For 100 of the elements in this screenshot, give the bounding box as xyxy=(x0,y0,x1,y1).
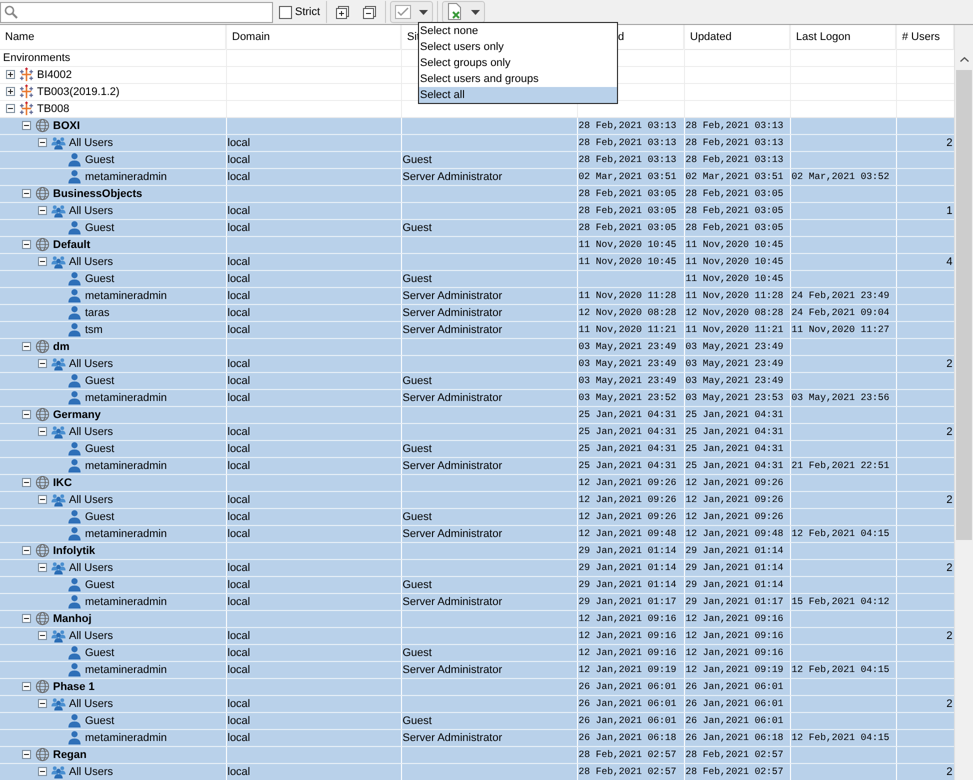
table-cell: 12 Feb,2021 04:15 xyxy=(790,729,896,746)
table-cell: 28 Feb,2021 03:05 xyxy=(577,202,684,219)
tree-cell[interactable]: metamineradmin xyxy=(0,389,226,406)
tree-cell[interactable]: All Users xyxy=(0,253,226,270)
scroll-up-icon[interactable] xyxy=(960,57,968,62)
tree-cell[interactable]: Guest xyxy=(0,440,226,457)
search-field[interactable] xyxy=(0,2,273,22)
tree-cell[interactable]: Environments xyxy=(0,49,226,66)
tree-cell[interactable]: All Users xyxy=(0,423,226,440)
tree-cell[interactable]: All Users xyxy=(0,763,226,780)
collapse-icon[interactable] xyxy=(22,546,31,555)
tree-cell[interactable]: Guest xyxy=(0,508,226,525)
tree-cell[interactable]: dm xyxy=(0,338,226,355)
tree-cell[interactable]: TB003(2019.1.2) xyxy=(0,83,226,100)
table-cell: 12 Nov,2020 08:28 xyxy=(577,304,684,321)
tree-cell[interactable]: metamineradmin xyxy=(0,457,226,474)
collapse-icon[interactable] xyxy=(22,478,31,487)
collapse-icon[interactable] xyxy=(38,495,47,504)
table-cell: 11 Nov,2020 10:45 xyxy=(577,236,684,253)
tree-cell[interactable]: metamineradmin xyxy=(0,593,226,610)
table-cell: local xyxy=(226,695,401,712)
collapse-icon[interactable] xyxy=(38,359,47,368)
user-icon xyxy=(67,288,82,303)
tree-cell[interactable]: Guest xyxy=(0,219,226,236)
tree-cell[interactable]: All Users xyxy=(0,202,226,219)
select-dropdown-button[interactable] xyxy=(390,1,434,23)
table-cell: 11 Nov,2020 11:28 xyxy=(684,287,790,304)
collapse-icon[interactable] xyxy=(22,410,31,419)
tree-cell[interactable]: All Users xyxy=(0,559,226,576)
collapse-icon[interactable] xyxy=(22,614,31,623)
tree-cell[interactable]: Default xyxy=(0,236,226,253)
tree-cell[interactable]: Germany xyxy=(0,406,226,423)
scrollbar-thumb[interactable] xyxy=(956,70,972,540)
collapse-icon[interactable] xyxy=(38,699,47,708)
column-header[interactable]: Name xyxy=(0,25,226,49)
tree-cell[interactable]: metamineradmin xyxy=(0,287,226,304)
strict-checkbox[interactable] xyxy=(279,6,292,18)
collapse-icon[interactable] xyxy=(22,750,31,759)
user-group-icon xyxy=(51,424,66,439)
collapse-icon[interactable] xyxy=(22,189,31,198)
tree-cell[interactable]: Guest xyxy=(0,576,226,593)
tree-cell[interactable]: BI4002 xyxy=(0,66,226,83)
collapse-icon[interactable] xyxy=(38,257,47,266)
table-cell: 12 Feb,2021 04:15 xyxy=(790,661,896,678)
collapse-icon[interactable] xyxy=(38,427,47,436)
collapse-icon[interactable] xyxy=(22,342,31,351)
collapse-icon[interactable] xyxy=(22,682,31,691)
collapse-icon[interactable] xyxy=(22,121,31,130)
tree-cell[interactable]: taras xyxy=(0,304,226,321)
tree-cell[interactable]: metamineradmin xyxy=(0,168,226,185)
tree-cell[interactable]: Guest xyxy=(0,644,226,661)
tree-cell[interactable]: metamineradmin xyxy=(0,525,226,542)
collapse-icon[interactable] xyxy=(38,138,47,147)
tree-cell[interactable]: All Users xyxy=(0,695,226,712)
tree-cell[interactable]: All Users xyxy=(0,491,226,508)
table-cell: 12 Jan,2021 09:16 xyxy=(684,644,790,661)
tree-cell[interactable]: TB008 xyxy=(0,100,226,117)
table-cell: 26 Jan,2021 06:01 xyxy=(684,695,790,712)
tree-cell[interactable]: tsm xyxy=(0,321,226,338)
tree-cell[interactable]: Guest xyxy=(0,151,226,168)
tree-cell[interactable]: metamineradmin xyxy=(0,729,226,746)
globe-icon xyxy=(35,611,50,626)
tree-cell[interactable]: Regan xyxy=(0,746,226,763)
tree-cell[interactable]: Infolytik xyxy=(0,542,226,559)
tree-cell[interactable]: IKC xyxy=(0,474,226,491)
tree-cell[interactable]: Guest xyxy=(0,372,226,389)
tree-cell[interactable]: All Users xyxy=(0,355,226,372)
name-text: Guest xyxy=(85,714,114,728)
scrollbar[interactable] xyxy=(954,25,973,780)
collapse-icon[interactable] xyxy=(22,240,31,249)
tree-cell[interactable]: Phase 1 xyxy=(0,678,226,695)
menu-item[interactable]: Select all xyxy=(419,87,617,103)
tree-cell[interactable]: metamineradmin xyxy=(0,661,226,678)
tree-cell[interactable]: All Users xyxy=(0,627,226,644)
expand-icon[interactable] xyxy=(6,70,15,79)
export-dropdown-button[interactable] xyxy=(442,1,486,23)
tree-cell[interactable]: All Users xyxy=(0,134,226,151)
expand-icon[interactable] xyxy=(6,87,15,96)
collapse-icon[interactable] xyxy=(6,104,15,113)
collapse-icon[interactable] xyxy=(38,631,47,640)
tree-cell[interactable]: Guest xyxy=(0,712,226,729)
column-header[interactable]: Domain xyxy=(226,25,401,49)
tree-cell[interactable]: Manhoj xyxy=(0,610,226,627)
collapse-icon[interactable] xyxy=(38,206,47,215)
table-cell: 12 Jan,2021 09:16 xyxy=(577,610,684,627)
column-header[interactable]: Last Logon xyxy=(790,25,896,49)
name-text: All Users xyxy=(69,696,114,710)
table-cell: local xyxy=(226,763,401,780)
name-text: Guest xyxy=(85,374,114,388)
collapse-icon[interactable] xyxy=(38,767,47,776)
user-icon xyxy=(67,730,82,745)
menu-item[interactable]: Select users and groups xyxy=(419,71,617,87)
tree-cell[interactable]: Guest xyxy=(0,270,226,287)
column-header[interactable]: # Users xyxy=(896,25,954,49)
tree-cell[interactable]: BOXI xyxy=(0,117,226,134)
tree-cell[interactable]: BusinessObjects xyxy=(0,185,226,202)
menu-item[interactable]: Select groups only xyxy=(419,55,617,71)
column-header[interactable]: Updated xyxy=(684,25,790,49)
table-cell: 28 Feb,2021 03:13 xyxy=(577,134,684,151)
collapse-icon[interactable] xyxy=(38,563,47,572)
